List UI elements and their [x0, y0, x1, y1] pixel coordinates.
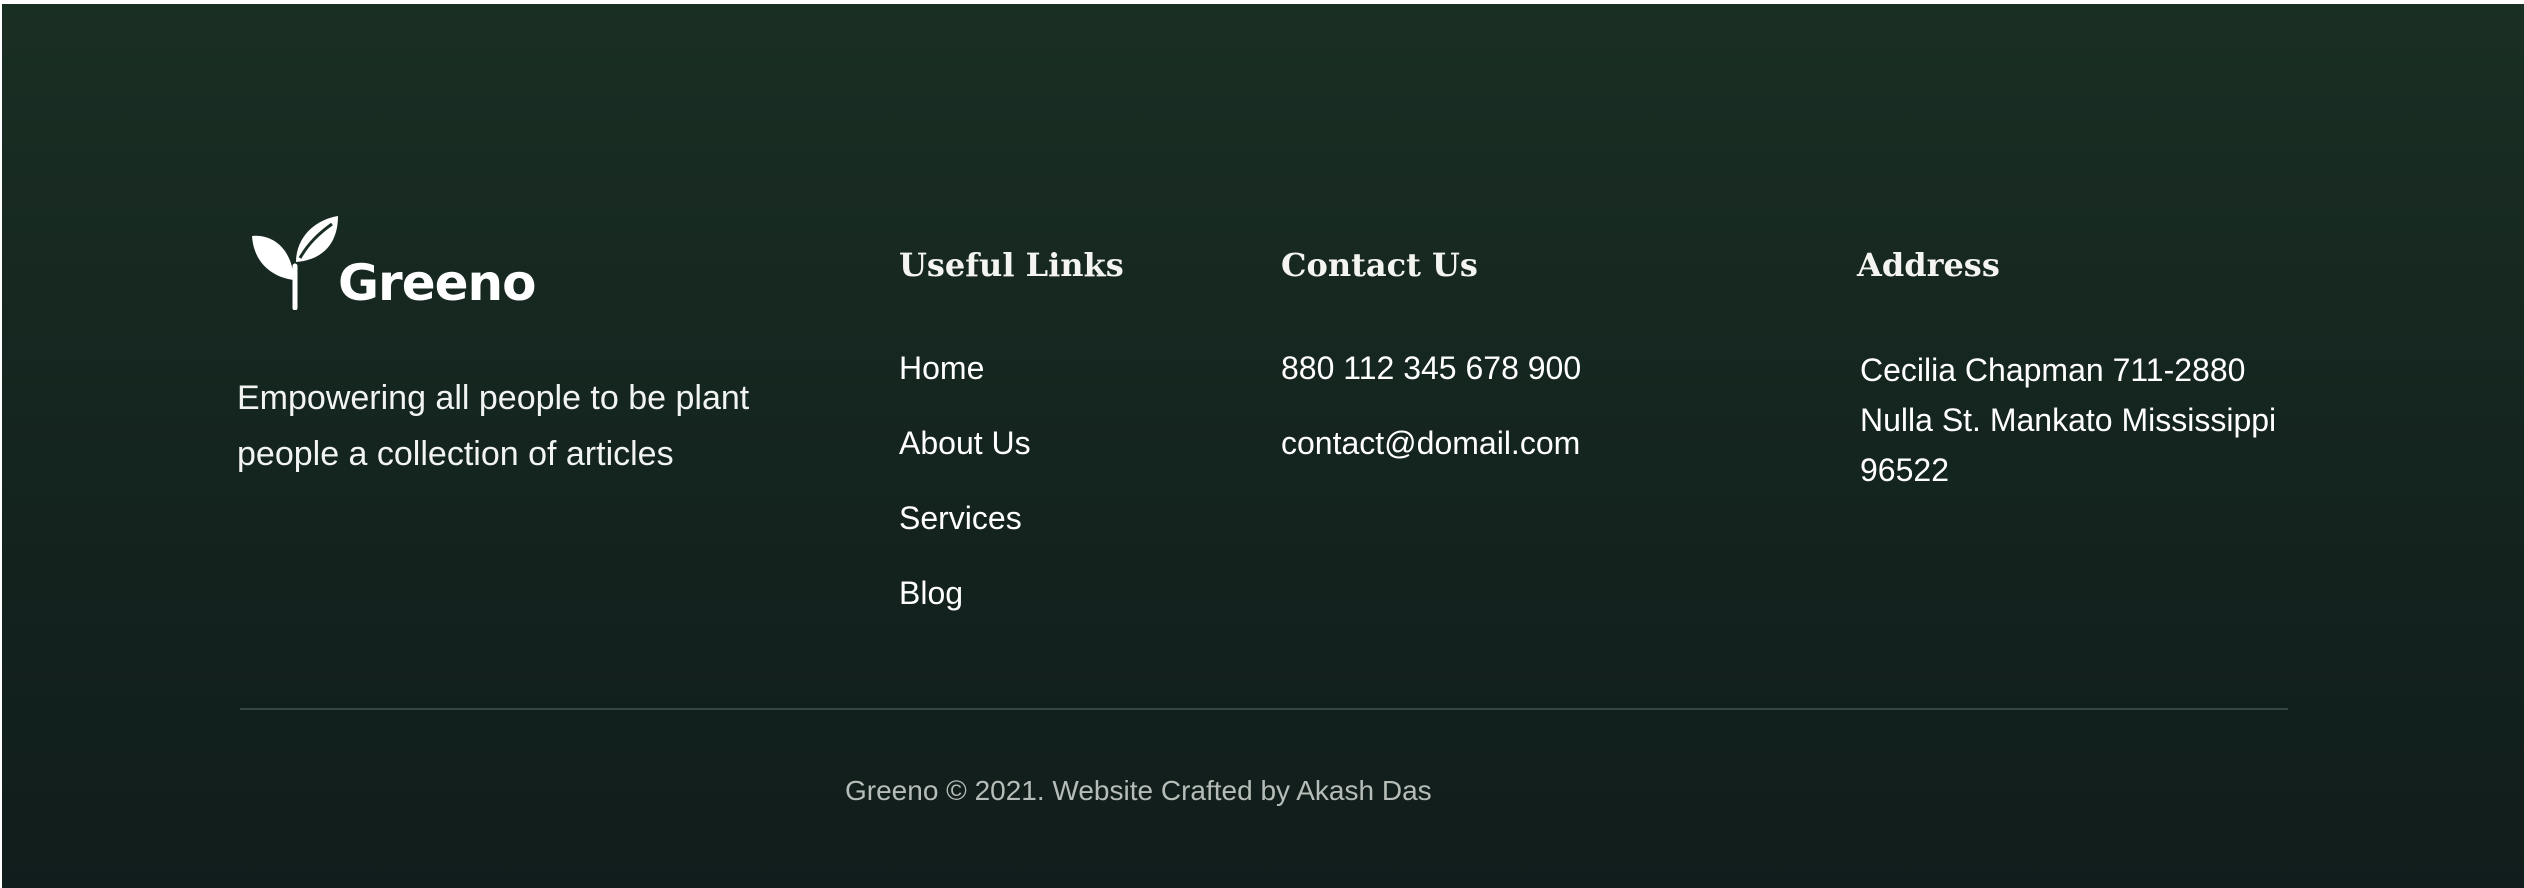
nav-link-blog[interactable]: Blog	[899, 575, 963, 611]
nav-link-about-us[interactable]: About Us	[899, 425, 1031, 461]
nav-link-services[interactable]: Services	[899, 500, 1022, 536]
footer-divider	[240, 708, 2288, 710]
list-item: contact@domail.com	[1281, 420, 1581, 495]
list-item: Services	[899, 495, 1031, 570]
list-item: 880 112 345 678 900	[1281, 345, 1581, 420]
useful-links-list: Home About Us Services Blog	[899, 345, 1031, 645]
brand-logo[interactable]: Greeno	[248, 214, 536, 312]
list-item: Blog	[899, 570, 1031, 645]
nav-link-home[interactable]: Home	[899, 350, 984, 386]
brand-name: Greeno	[338, 254, 536, 312]
footer-section: Greeno Empowering all people to be plant…	[0, 0, 2524, 888]
address-heading: Address	[1857, 246, 2000, 284]
useful-links-heading: Useful Links	[899, 246, 1124, 284]
copyright-text: Greeno © 2021. Website Crafted by Akash …	[845, 775, 1432, 806]
contact-phone-link[interactable]: 880 112 345 678 900	[1281, 350, 1581, 386]
brand-tagline: Empowering all people to be plant people…	[237, 379, 750, 473]
contact-us-heading: Contact Us	[1281, 246, 1478, 284]
list-item: About Us	[899, 420, 1031, 495]
contact-email-link[interactable]: contact@domail.com	[1281, 425, 1580, 461]
leaf-sprout-icon	[252, 216, 338, 310]
list-item: Home	[899, 345, 1031, 420]
contact-list: 880 112 345 678 900 contact@domail.com	[1281, 345, 1581, 495]
address-text: Cecilia Chapman 711-2880 Nulla St. Manka…	[1860, 352, 2277, 488]
